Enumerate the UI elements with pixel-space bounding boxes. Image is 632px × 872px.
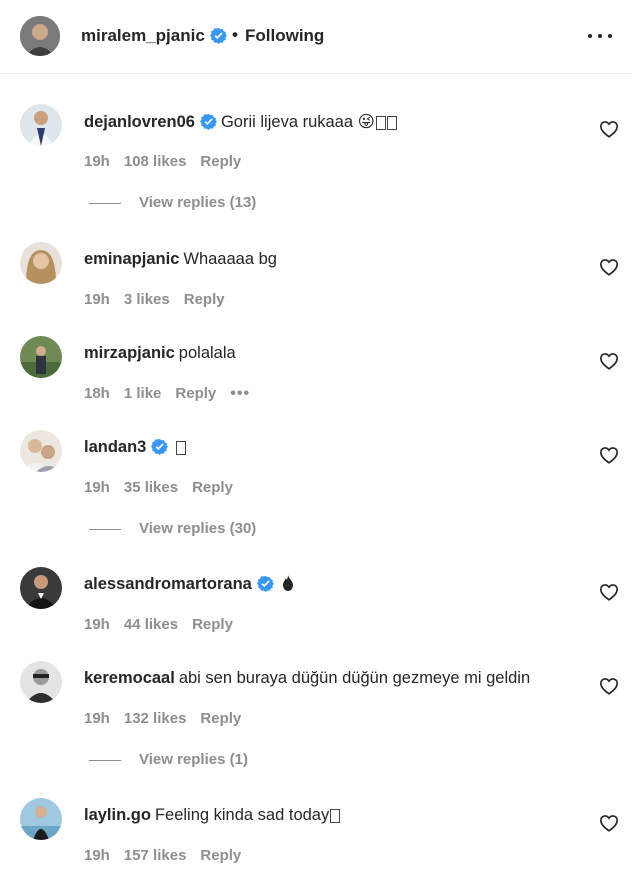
- comment-time[interactable]: 19h: [84, 616, 110, 633]
- heart-icon[interactable]: [599, 814, 619, 832]
- post-header: miralem_pjanic • Following: [0, 0, 632, 74]
- missing-glyph: [176, 440, 187, 455]
- comment-username[interactable]: alessandromartorana: [84, 575, 252, 593]
- fire-emoji-icon: [282, 575, 293, 592]
- following-button[interactable]: Following: [245, 26, 324, 46]
- more-options-icon[interactable]: [586, 28, 614, 44]
- comment-username[interactable]: landan3: [84, 438, 146, 456]
- avatar[interactable]: [20, 242, 62, 284]
- comment-text: abi sen buraya düğün düğün gezmeye mi ge…: [178, 669, 531, 687]
- heart-icon[interactable]: [599, 677, 619, 695]
- comment-text: Whaaaaa bg: [183, 250, 277, 268]
- comment-likes[interactable]: 1 like: [124, 385, 162, 402]
- comment-time[interactable]: 19h: [84, 479, 110, 496]
- comment-likes[interactable]: 108 likes: [124, 153, 187, 170]
- comment-text: Feeling kinda sad today: [154, 806, 330, 824]
- verified-badge-icon: [209, 27, 227, 44]
- avatar[interactable]: [20, 567, 62, 609]
- avatar[interactable]: [20, 104, 62, 146]
- author-username[interactable]: miralem_pjanic: [81, 26, 227, 46]
- comment-username[interactable]: mirzapjanic: [84, 344, 175, 362]
- missing-glyph: [330, 808, 341, 823]
- comment-time[interactable]: 19h: [84, 153, 110, 170]
- reply-button[interactable]: Reply: [200, 153, 241, 170]
- missing-glyph: [375, 115, 386, 130]
- comment-time[interactable]: 19h: [84, 847, 110, 864]
- comment-likes[interactable]: 157 likes: [124, 847, 187, 864]
- reply-button[interactable]: Reply: [200, 710, 241, 727]
- reply-button[interactable]: Reply: [192, 616, 233, 633]
- comment-username[interactable]: laylin.go: [84, 806, 151, 824]
- reply-button[interactable]: Reply: [200, 847, 241, 864]
- comment-username[interactable]: eminapjanic: [84, 250, 179, 268]
- comment-username[interactable]: dejanlovren06: [84, 113, 195, 131]
- comment-options-icon[interactable]: •••: [230, 385, 250, 402]
- heart-icon[interactable]: [599, 446, 619, 464]
- comment-time[interactable]: 19h: [84, 710, 110, 727]
- view-replies-button[interactable]: View replies (1): [89, 751, 248, 768]
- comment-time[interactable]: 18h: [84, 385, 110, 402]
- comment-likes[interactable]: 3 likes: [124, 291, 170, 308]
- avatar[interactable]: [20, 661, 62, 703]
- reply-button[interactable]: Reply: [175, 385, 216, 402]
- heart-icon[interactable]: [599, 120, 619, 138]
- comment-text: Gorii lijeva rukaaa 😜: [220, 113, 375, 131]
- view-replies-button[interactable]: View replies (30): [89, 520, 256, 537]
- comment-username[interactable]: keremocaal: [84, 669, 175, 687]
- header-separator: •: [232, 25, 238, 44]
- verified-badge-icon: [151, 438, 169, 455]
- comment-text: polalala: [178, 344, 236, 362]
- avatar[interactable]: [20, 430, 62, 472]
- view-replies-button[interactable]: View replies (13): [89, 194, 256, 211]
- comment-time[interactable]: 19h: [84, 291, 110, 308]
- comment-likes[interactable]: 132 likes: [124, 710, 187, 727]
- missing-glyph: [386, 115, 397, 130]
- heart-icon[interactable]: [599, 258, 619, 276]
- author-avatar[interactable]: [20, 16, 60, 56]
- verified-badge-icon: [256, 575, 274, 592]
- verified-badge-icon: [199, 113, 217, 130]
- avatar[interactable]: [20, 798, 62, 840]
- heart-icon[interactable]: [599, 583, 619, 601]
- replies-divider: [89, 202, 121, 204]
- comment-likes[interactable]: 35 likes: [124, 479, 178, 496]
- heart-icon[interactable]: [599, 352, 619, 370]
- comment-likes[interactable]: 44 likes: [124, 616, 178, 633]
- reply-button[interactable]: Reply: [192, 479, 233, 496]
- avatar[interactable]: [20, 336, 62, 378]
- replies-divider: [89, 759, 121, 761]
- replies-divider: [89, 528, 121, 530]
- reply-button[interactable]: Reply: [184, 291, 225, 308]
